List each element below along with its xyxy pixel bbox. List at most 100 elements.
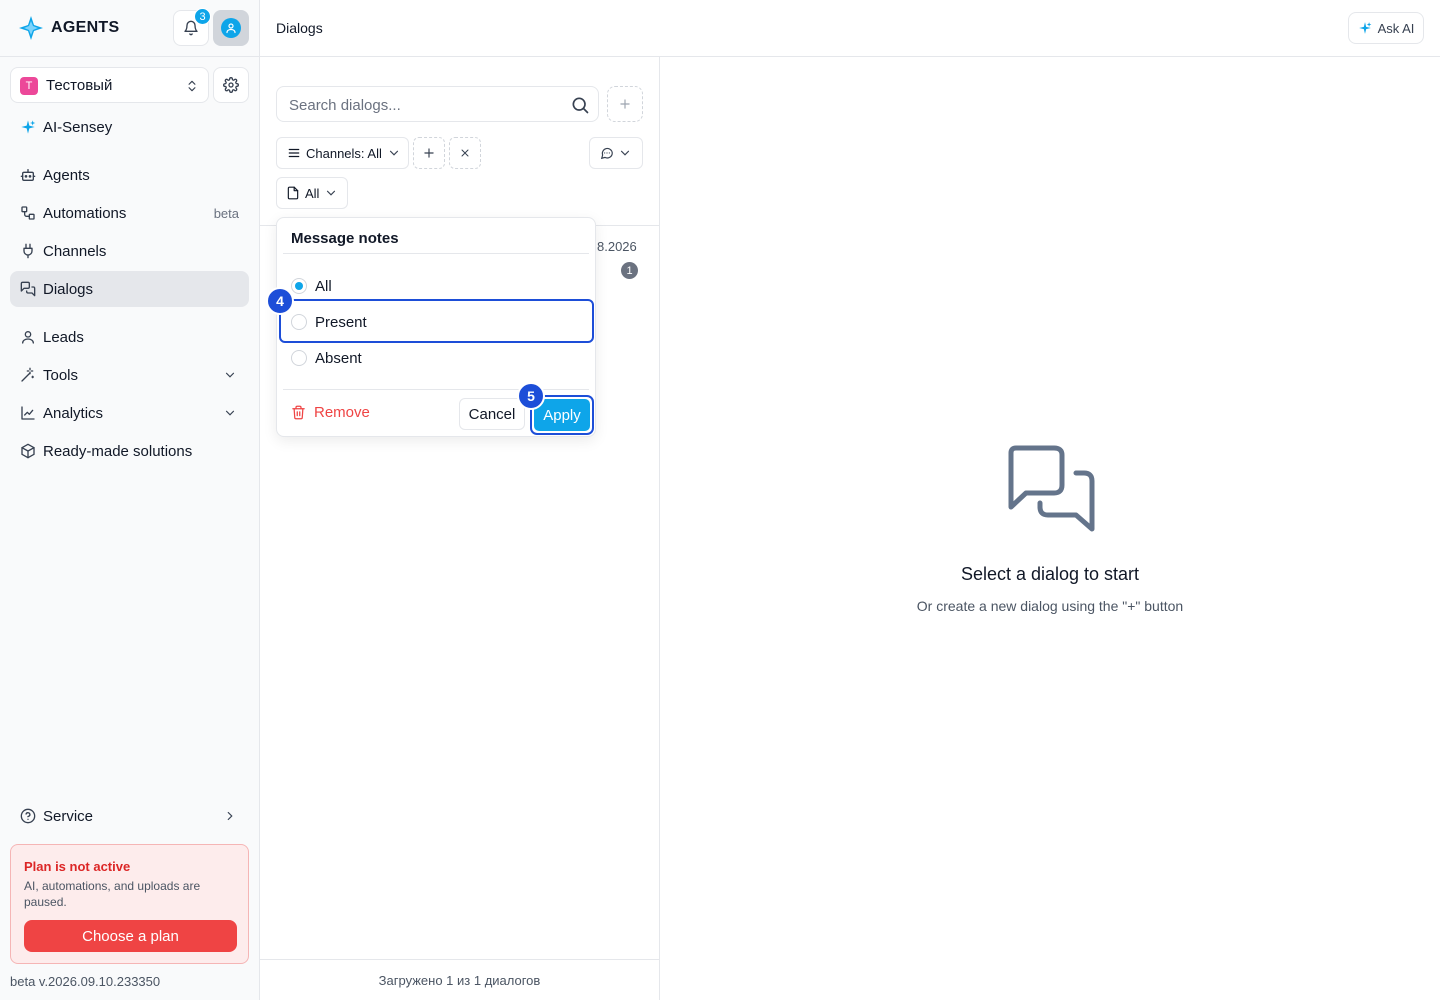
plan-warning: Plan is not active AI, automations, and … xyxy=(10,844,249,964)
wand-icon xyxy=(20,367,36,383)
sparkle-icon xyxy=(20,119,36,135)
add-filter-button[interactable] xyxy=(413,137,445,169)
option-all[interactable]: All xyxy=(291,274,332,298)
chat-icon xyxy=(20,281,36,297)
plug-icon xyxy=(20,243,36,259)
help-circle-icon xyxy=(20,808,36,824)
choose-plan-button[interactable]: Choose a plan xyxy=(24,920,237,952)
chat-bubbles-icon xyxy=(1008,445,1095,532)
file-icon xyxy=(287,186,299,200)
search-icon xyxy=(572,97,589,114)
ask-ai-button[interactable]: Ask AI xyxy=(1348,12,1424,44)
package-icon xyxy=(20,443,36,459)
list-footer: Загружено 1 из 1 диалогов xyxy=(260,959,659,1000)
sidebar-item-label: Automations xyxy=(43,204,127,222)
notes-filter[interactable]: All xyxy=(276,177,348,209)
sidebar-item-ready-made-solutions[interactable]: Ready-made solutions xyxy=(10,433,249,469)
beta-badge: beta xyxy=(213,205,239,221)
brand-logo-icon xyxy=(19,16,43,40)
chevron-down-icon xyxy=(327,190,336,196)
notifications-badge: 3 xyxy=(194,8,211,25)
dialog-item-unread-badge: 1 xyxy=(621,262,638,279)
user-menu-button[interactable] xyxy=(213,10,249,46)
chevron-right-icon xyxy=(227,811,233,821)
remove-filter-button[interactable]: Remove xyxy=(291,404,370,421)
dialog-list-panel: Channels: All All 8.2026 1 Загружено 1 и… xyxy=(260,57,660,1000)
search-box xyxy=(276,86,599,122)
radio-absent[interactable] xyxy=(291,350,307,366)
channels-filter[interactable]: Channels: All xyxy=(276,137,409,169)
option-absent[interactable]: Absent xyxy=(291,346,362,370)
divider xyxy=(283,253,589,254)
plan-title: Plan is not active xyxy=(24,859,131,874)
plus-icon xyxy=(620,99,630,109)
popover-title: Message notes xyxy=(291,230,399,247)
sparkle-icon xyxy=(1358,22,1371,34)
cancel-button[interactable]: Cancel xyxy=(459,398,525,430)
sidebar-item-service[interactable]: Service xyxy=(10,798,249,834)
chevron-down-icon xyxy=(225,372,235,378)
channels-filter-label: Channels: All xyxy=(306,145,382,161)
trash-icon xyxy=(292,405,305,420)
workspace-select[interactable]: T Тестовый xyxy=(10,67,209,103)
chevron-down-icon xyxy=(620,150,630,156)
notes-filter-label: All xyxy=(305,185,320,201)
menu-icon xyxy=(288,148,300,158)
search-input[interactable] xyxy=(289,95,559,115)
sidebar-item-ai-sensey[interactable]: AI-Sensey xyxy=(10,109,249,145)
step-badge-4: 4 xyxy=(266,287,294,315)
sidebar-item-analytics[interactable]: Analytics xyxy=(10,395,249,431)
sidebar-item-agents[interactable]: Agents xyxy=(10,157,249,193)
sidebar-item-label: Ready-made solutions xyxy=(43,442,193,460)
message-circle-icon xyxy=(600,147,613,160)
message-notes-popover: Message notes All Present Absent Remove … xyxy=(276,217,596,437)
remove-label: Remove xyxy=(314,404,370,421)
option-label: Absent xyxy=(315,349,362,367)
workspace-avatar: T xyxy=(20,77,38,95)
chevron-down-icon xyxy=(389,150,398,156)
sidebar-item-channels[interactable]: Channels xyxy=(10,233,249,269)
sidebar-item-label: Channels xyxy=(43,242,107,260)
sidebar-item-dialogs[interactable]: Dialogs xyxy=(10,271,249,307)
user-icon xyxy=(20,329,36,345)
sidebar-item-label: Dialogs xyxy=(43,280,94,298)
workspace-settings-button[interactable] xyxy=(213,67,249,103)
close-icon xyxy=(461,149,469,157)
avatar xyxy=(221,18,241,38)
workflow-icon xyxy=(20,205,36,221)
empty-state-subtitle: Or create a new dialog using the "+" but… xyxy=(916,598,1184,614)
step-badge-5: 5 xyxy=(517,382,545,410)
new-dialog-button[interactable] xyxy=(607,86,643,122)
sidebar-item-label: Analytics xyxy=(43,404,104,422)
brand-name: AGENTS xyxy=(51,19,120,36)
chevrons-up-down-icon xyxy=(188,80,196,92)
sidebar-item-label: AI-Sensey xyxy=(43,118,113,136)
user-icon xyxy=(226,23,236,34)
sidebar-item-label: Agents xyxy=(43,166,90,184)
sidebar-item-label: Tools xyxy=(43,366,79,384)
sidebar-item-tools[interactable]: Tools xyxy=(10,357,249,393)
sidebar-item-label: Service xyxy=(43,807,94,825)
radio-all[interactable] xyxy=(291,278,307,294)
logo-row: AGENTS 3 xyxy=(0,0,260,57)
bot-icon xyxy=(20,167,36,183)
plan-description: AI, automations, and uploads are paused. xyxy=(24,879,201,909)
sidebar: AGENTS 3 T Тестовый AI-Sensey Agents Aut… xyxy=(0,0,260,1000)
option-label: All xyxy=(315,277,332,295)
plus-icon xyxy=(424,148,434,158)
clear-filters-button[interactable] xyxy=(449,137,481,169)
sidebar-item-automations[interactable]: Automations beta xyxy=(10,195,249,231)
chevron-down-icon xyxy=(225,410,235,416)
empty-state-title: Select a dialog to start xyxy=(960,564,1140,584)
gear-icon xyxy=(223,77,239,93)
ask-ai-label: Ask AI xyxy=(1377,20,1415,36)
view-mode-select[interactable] xyxy=(589,137,643,169)
sidebar-item-leads[interactable]: Leads xyxy=(10,319,249,355)
chart-icon xyxy=(20,405,36,421)
option-present-highlight xyxy=(279,299,594,343)
sidebar-item-label: Leads xyxy=(43,328,84,346)
page-title: Dialogs xyxy=(276,20,323,36)
app-version: beta v.2026.09.10.233350 xyxy=(10,974,161,989)
dialog-item-date: 8.2026 xyxy=(597,239,637,254)
workspace-name: Тестовый xyxy=(46,77,113,94)
